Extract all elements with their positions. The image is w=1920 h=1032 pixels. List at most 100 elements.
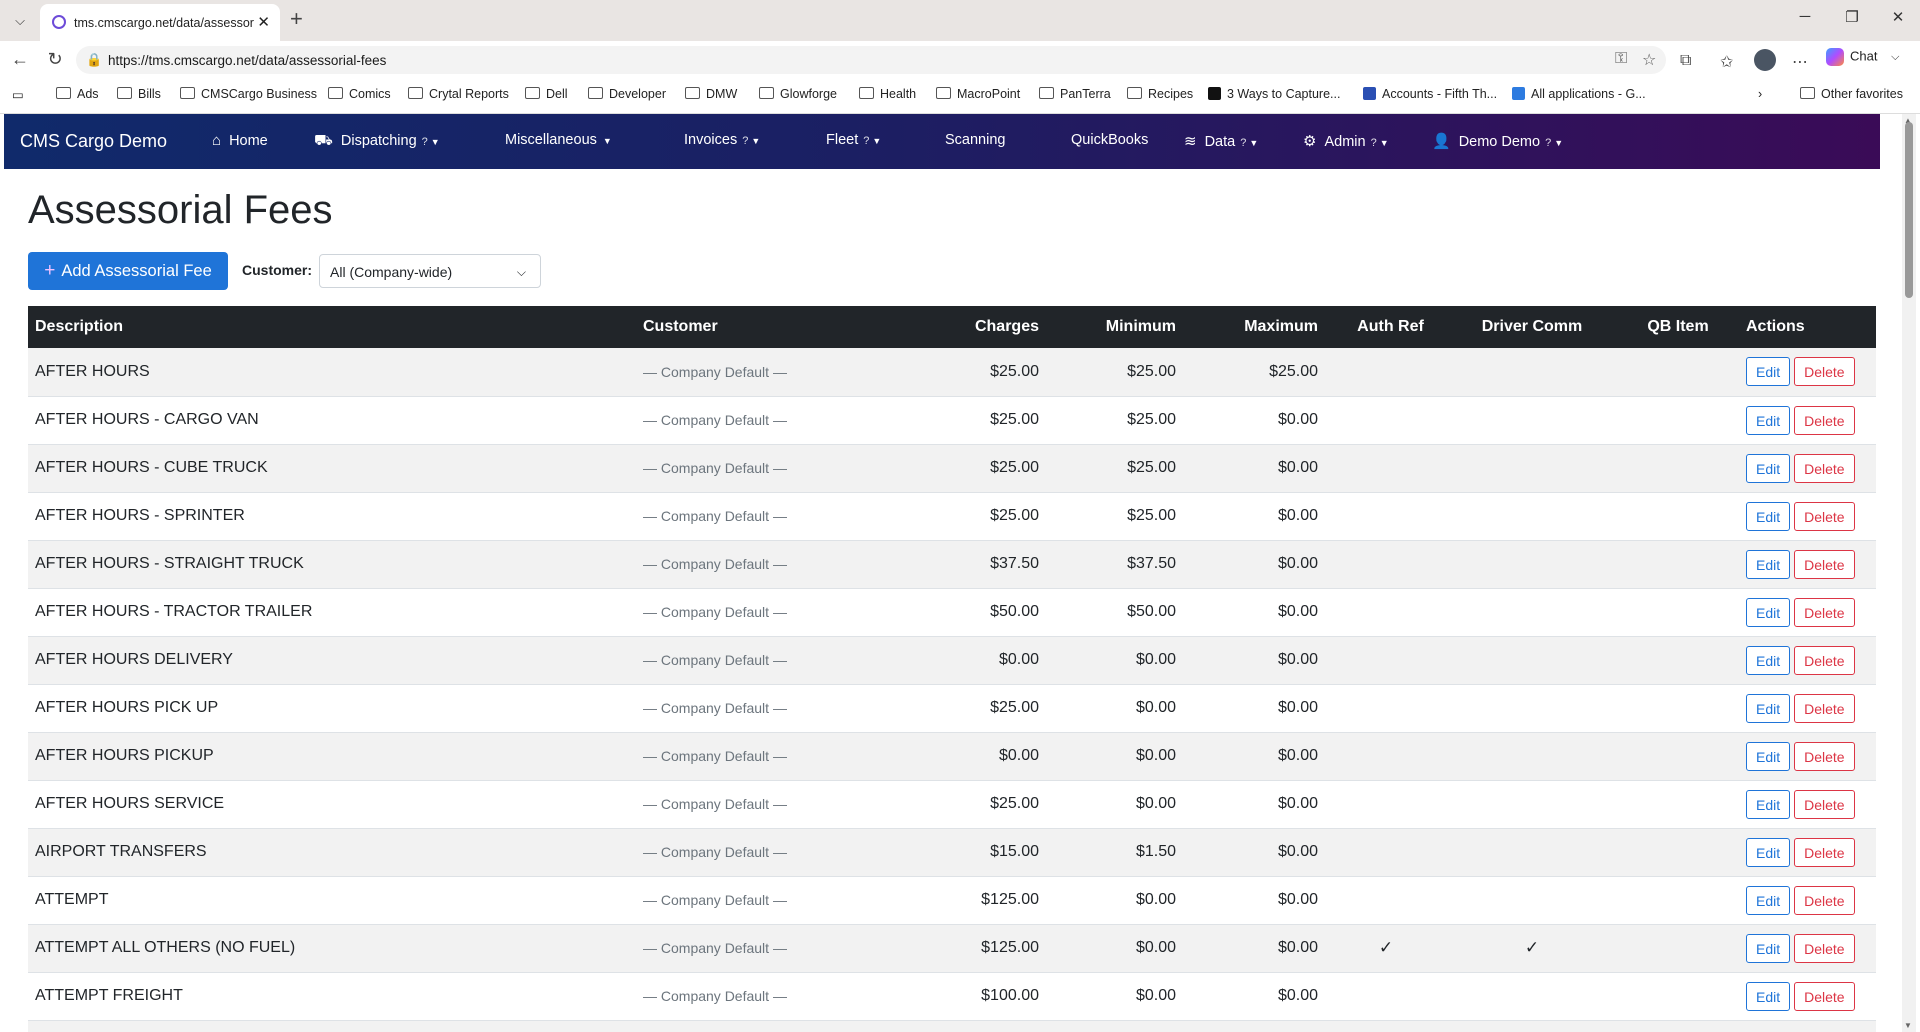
- customer-select[interactable]: All (Company-wide) ⌵: [319, 254, 541, 288]
- row-actions: Edit Delete: [1739, 780, 1876, 828]
- nav-user-menu[interactable]: 👤 Demo Demo? ▼: [1432, 132, 1563, 150]
- minimize-icon[interactable]: ─: [1785, 8, 1825, 25]
- bookmark-folder[interactable]: DMW: [685, 87, 737, 101]
- close-tab-icon[interactable]: ✕: [257, 13, 270, 31]
- edit-button[interactable]: Edit: [1746, 645, 1791, 675]
- col-customer[interactable]: Customer: [636, 306, 883, 348]
- nav-invoices[interactable]: Invoices? ▼: [684, 132, 760, 148]
- nav-quickbooks[interactable]: QuickBooks: [1071, 132, 1148, 148]
- more-menu-icon[interactable]: ⋯: [1792, 52, 1808, 72]
- copilot-chat-button[interactable]: Chat ⌵: [1826, 48, 1899, 72]
- profile-avatar[interactable]: [1754, 49, 1776, 71]
- bookmark-link[interactable]: Accounts - Fifth Th...: [1363, 87, 1497, 101]
- bookmark-folder[interactable]: Crytal Reports: [408, 87, 509, 101]
- col-charges[interactable]: Charges: [883, 306, 1046, 348]
- delete-button[interactable]: Delete: [1794, 885, 1855, 915]
- other-favorites-folder[interactable]: Other favorites: [1800, 87, 1903, 101]
- bookmark-folder[interactable]: Comics: [328, 87, 391, 101]
- bookmark-folder[interactable]: Ads: [56, 87, 99, 101]
- delete-button[interactable]: Delete: [1794, 837, 1855, 867]
- col-auth-ref[interactable]: Auth Ref: [1325, 306, 1447, 348]
- page-scrollbar[interactable]: ▲ ▼: [1902, 114, 1916, 1032]
- edit-button[interactable]: Edit: [1746, 741, 1791, 771]
- row-description: [28, 1020, 636, 1032]
- row-actions: Edit Delete: [1739, 636, 1876, 684]
- scroll-down-icon[interactable]: ▼: [1904, 1021, 1912, 1030]
- folder-icon: [328, 87, 343, 99]
- edit-button[interactable]: Edit: [1746, 789, 1791, 819]
- col-minimum[interactable]: Minimum: [1046, 306, 1183, 348]
- delete-button[interactable]: Delete: [1794, 597, 1855, 627]
- row-charges: $25.00: [990, 507, 1039, 524]
- edit-button[interactable]: Edit: [1746, 357, 1791, 387]
- nav-miscellaneous[interactable]: Miscellaneous ▼: [505, 132, 612, 148]
- url-field[interactable]: 🔒 https://tms.cmscargo.net/data/assessor…: [76, 46, 1666, 74]
- edit-button[interactable]: Edit: [1746, 837, 1791, 867]
- row-actions: Edit Delete: [1739, 924, 1876, 972]
- delete-button[interactable]: Delete: [1794, 645, 1855, 675]
- delete-button[interactable]: Delete: [1794, 453, 1855, 483]
- nav-dispatching[interactable]: ⛟ Dispatching? ▼: [314, 132, 440, 151]
- nav-scanning[interactable]: Scanning: [945, 132, 1005, 148]
- edit-button[interactable]: Edit: [1746, 501, 1791, 531]
- row-auth-ref: [1325, 444, 1447, 492]
- window-close-icon[interactable]: ✕: [1878, 8, 1918, 26]
- edit-button[interactable]: Edit: [1746, 549, 1791, 579]
- url-text: https://tms.cmscargo.net/data/assessoria…: [108, 53, 387, 68]
- extensions-icon[interactable]: ⧉: [1680, 52, 1691, 70]
- col-description[interactable]: Description: [28, 306, 636, 348]
- delete-button[interactable]: Delete: [1794, 357, 1855, 387]
- nav-home[interactable]: ⌂ Home: [212, 132, 268, 149]
- edit-button[interactable]: Edit: [1746, 885, 1791, 915]
- bookmark-folder[interactable]: Health: [859, 87, 916, 101]
- col-qb-item[interactable]: QB Item: [1617, 306, 1739, 348]
- nav-fleet[interactable]: Fleet? ▼: [826, 132, 881, 148]
- bookmark-folder[interactable]: PanTerra: [1039, 87, 1111, 101]
- bookmark-folder[interactable]: CMSCargo Business: [180, 87, 317, 101]
- bookmark-link[interactable]: All applications - G...: [1512, 87, 1646, 101]
- delete-button[interactable]: Delete: [1794, 501, 1855, 531]
- delete-button[interactable]: Delete: [1794, 405, 1855, 435]
- col-driver-comm[interactable]: Driver Comm: [1447, 306, 1617, 348]
- edit-button[interactable]: Edit: [1746, 597, 1791, 627]
- delete-button[interactable]: Delete: [1794, 549, 1855, 579]
- browser-tab[interactable]: tms.cmscargo.net/data/assessorial-fees ✕: [40, 4, 280, 41]
- row-description: AFTER HOURS PICK UP: [35, 699, 219, 716]
- delete-button[interactable]: Delete: [1794, 741, 1855, 771]
- delete-button[interactable]: Delete: [1794, 933, 1855, 963]
- password-key-icon[interactable]: ⚿: [1615, 50, 1627, 68]
- bookmark-folder[interactable]: MacroPoint: [936, 87, 1020, 101]
- bookmark-link[interactable]: 3 Ways to Capture...: [1208, 87, 1340, 101]
- back-arrow-icon[interactable]: ←: [7, 49, 33, 70]
- nav-data[interactable]: ≋ Data? ▼: [1184, 132, 1258, 150]
- delete-button[interactable]: Delete: [1794, 981, 1855, 1011]
- bookmark-folder[interactable]: Dell: [525, 87, 568, 101]
- favorite-star-icon[interactable]: ☆: [1642, 50, 1656, 70]
- edit-button[interactable]: Edit: [1746, 693, 1791, 723]
- row-description: AFTER HOURS SERVICE: [35, 795, 225, 812]
- row-minimum: $0.00: [1135, 651, 1176, 668]
- new-tab-plus-icon[interactable]: +: [290, 6, 303, 32]
- edit-button[interactable]: Edit: [1746, 933, 1791, 963]
- delete-button[interactable]: Delete: [1794, 789, 1855, 819]
- bookmark-folder[interactable]: Developer: [588, 87, 666, 101]
- bookmark-folder[interactable]: Glowforge: [759, 87, 837, 101]
- edit-button[interactable]: Edit: [1746, 981, 1791, 1011]
- col-maximum[interactable]: Maximum: [1183, 306, 1325, 348]
- add-assessorial-fee-button[interactable]: + Add Assessorial Fee: [28, 252, 228, 290]
- bookmark-collections-icon[interactable]: ▭: [12, 87, 24, 102]
- bookmark-folder[interactable]: Recipes: [1127, 87, 1193, 101]
- restore-icon[interactable]: ❐: [1832, 8, 1872, 26]
- tab-title: tms.cmscargo.net/data/assessorial-fees: [74, 16, 254, 30]
- nav-admin[interactable]: ⚙ Admin? ▼: [1303, 132, 1389, 150]
- bookmark-folder[interactable]: Bills: [117, 87, 161, 101]
- refresh-icon[interactable]: ↻: [42, 49, 68, 70]
- edit-button[interactable]: Edit: [1746, 405, 1791, 435]
- delete-button[interactable]: Delete: [1794, 693, 1855, 723]
- tab-list-chevron-icon[interactable]: ⌵: [6, 9, 34, 33]
- chevron-right-icon[interactable]: ›: [1758, 87, 1762, 101]
- scrollbar-thumb[interactable]: [1905, 122, 1913, 298]
- edit-button[interactable]: Edit: [1746, 453, 1791, 483]
- favorites-icon[interactable]: ✩: [1720, 52, 1733, 72]
- brand-link[interactable]: CMS Cargo Demo: [20, 131, 167, 152]
